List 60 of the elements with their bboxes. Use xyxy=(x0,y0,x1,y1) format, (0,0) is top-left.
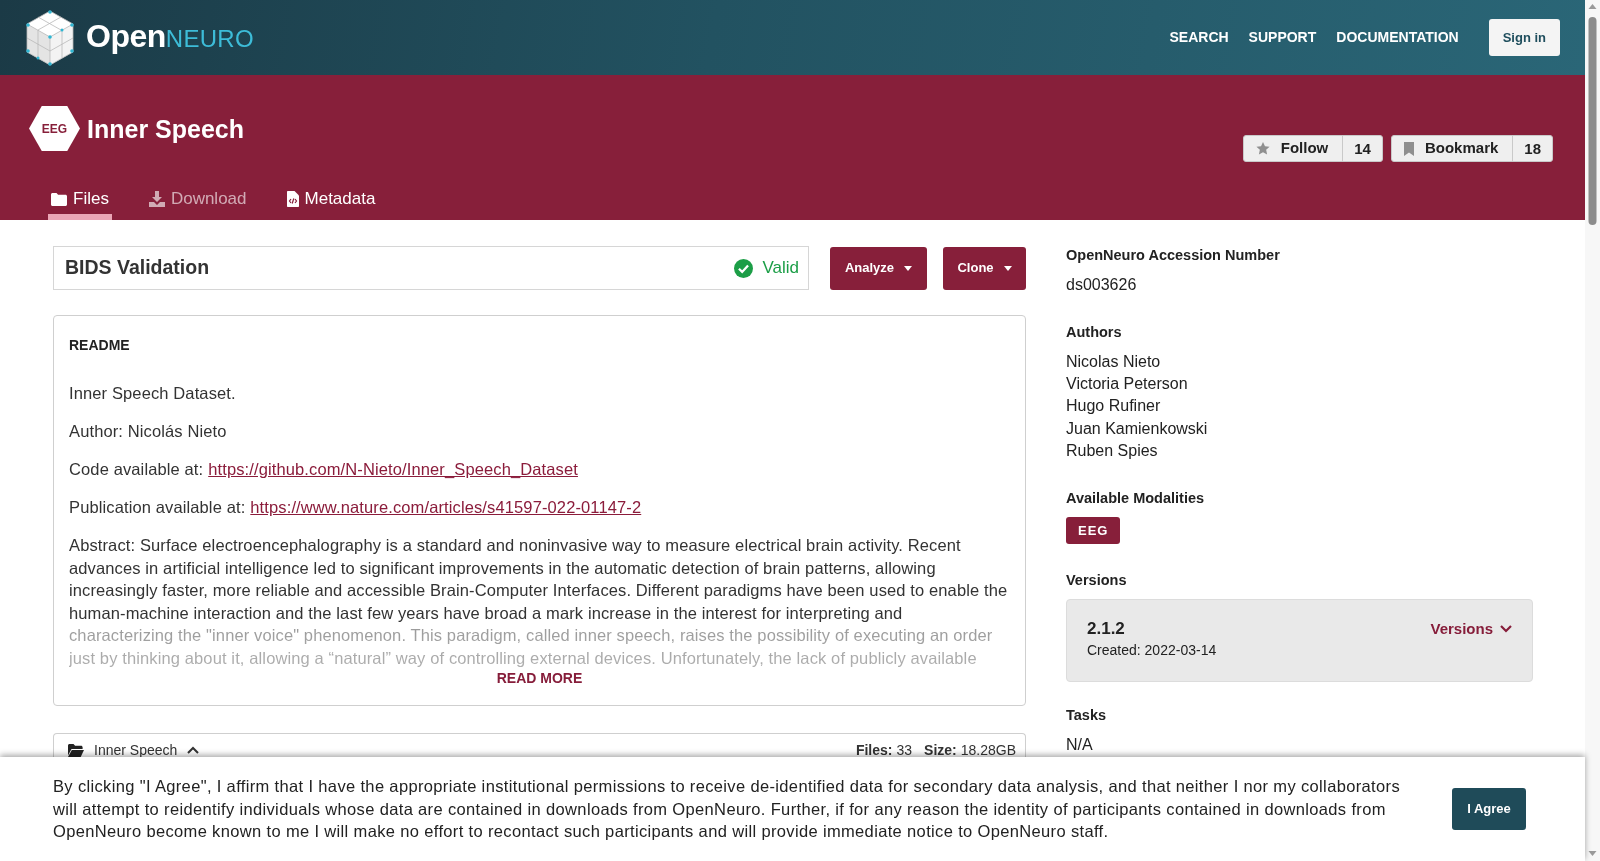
readme-heading: README xyxy=(69,336,131,354)
read-more-link[interactable]: READ MORE xyxy=(496,669,583,687)
chevron-down-icon xyxy=(1500,625,1512,633)
url-link[interactable]: https://www.nature.com/articles/s41597-022-01147-2 xyxy=(250,498,642,516)
caret-down-icon xyxy=(1003,265,1012,271)
dropdown-button[interactable]: Clone xyxy=(943,246,1026,290)
consent-text: By clicking "I Agree", I affirm that I have the appropriate institutional permissions to receive de-identified data for secondary data analysis, and that neither I nor my collaborators will attempt to reidentify individuals whose data are contained in downloads from OpenNeuro. Further, if for any reason the identity of participants contained in downloads from OpenNeuro become known to me I will make no effort to recontact such participants and will provide immediate notice to OpenNeuro staff. xyxy=(53,776,1401,843)
readme-paragraph: Publication available at: https://www.nature.com/articles/s41597-022-01147-2 xyxy=(69,497,643,518)
logo-wordmark[interactable]: OpenNEURO xyxy=(86,17,254,58)
tab[interactable]: Metadata xyxy=(283,179,379,220)
download-icon xyxy=(148,191,165,207)
files-count: 33 xyxy=(896,741,913,757)
section-heading: Tasks xyxy=(1066,706,1108,724)
modality-badge: EEG xyxy=(1066,517,1121,544)
files-label: Files: xyxy=(855,741,893,757)
modality-badge: EEG xyxy=(29,106,80,151)
dataset-title: Inner Speech xyxy=(87,113,244,144)
version-number: 2.1.2 xyxy=(1087,619,1126,639)
section-heading: Available Modalities xyxy=(1066,489,1206,507)
created-date: Created: 2022-03-14 xyxy=(1087,641,1217,659)
versions-dropdown[interactable]: Versions xyxy=(1430,619,1512,639)
dropdown-button[interactable]: Analyze xyxy=(830,246,927,290)
section-heading: Versions xyxy=(1066,571,1128,589)
readme-paragraph: Abstract: Surface electroencephalography is a standard and noninvasive way to measure electrical brain activity. Recent advances in artificial intelligence led to significant improvements in the automatic detection of brain patterns, allowing increasingly faster, more reliable and accessible Brain-Computer Interfaces. Different paradigms have been used to enable the human-machine interaction and the last few years have broad a mark increase in the interest for interpreting and characterizing the "inner voice" phenomenon. This paradigm, called inner speech, raises the possibility of executing an order just by thinking about it, allowing a “natural” way of controlling external devices. Unfortunately, the lack of publicly available xyxy=(69,535,1009,669)
tab[interactable]: Files xyxy=(48,179,112,220)
folder-name[interactable]: Inner Speech xyxy=(94,741,178,757)
section-value: ds003626 xyxy=(1066,275,1138,295)
section-heading: Authors xyxy=(1066,323,1123,341)
url-link[interactable]: https://github.com/N-Nieto/Inner_Speech_Dataset xyxy=(208,460,578,478)
author-name: Juan Kamienkowski xyxy=(1066,418,1209,439)
readme-paragraph: Author: Nicolás Nieto xyxy=(69,421,228,442)
nav-link[interactable]: DOCUMENTATION xyxy=(1336,27,1459,48)
author-name: Hugo Rufiner xyxy=(1066,396,1162,417)
section-heading: OpenNeuro Accession Number xyxy=(1066,246,1281,264)
caret-down-icon xyxy=(904,265,913,271)
author-name: Ruben Spies xyxy=(1066,440,1159,461)
scrollbar[interactable] xyxy=(1585,0,1600,861)
size-label: Size: xyxy=(924,741,957,757)
nav-link[interactable]: SUPPORT xyxy=(1248,27,1317,48)
author-name: Victoria Peterson xyxy=(1066,374,1189,395)
sign-in-button[interactable]: Sign in xyxy=(1488,19,1560,56)
author-name: Nicolas Nieto xyxy=(1066,352,1162,372)
bookmark-button[interactable]: Bookmark xyxy=(1390,135,1514,162)
code-file-icon xyxy=(286,191,299,207)
bookmark-count: 18 xyxy=(1512,135,1553,162)
section-value: N/A xyxy=(1066,735,1094,755)
follow-count: 14 xyxy=(1342,135,1383,162)
bookmark-icon xyxy=(1403,141,1414,156)
agree-button[interactable]: I Agree xyxy=(1452,788,1526,830)
follow-button[interactable]: Follow xyxy=(1242,135,1344,162)
readme-paragraph: Inner Speech Dataset. xyxy=(69,383,237,404)
readme-paragraph: Code available at: https://github.com/N-Nieto/Inner_Speech_Dataset xyxy=(69,459,579,480)
cube-logo-icon xyxy=(25,9,75,66)
nav-link[interactable]: SEARCH xyxy=(1169,27,1229,48)
size-value: 18.28GB xyxy=(960,741,1016,757)
validation-title: BIDS Validation xyxy=(65,255,210,281)
folder-icon xyxy=(51,192,67,206)
validation-status: Valid xyxy=(762,257,799,280)
star-icon xyxy=(1255,142,1270,155)
folder-icon xyxy=(68,743,84,757)
